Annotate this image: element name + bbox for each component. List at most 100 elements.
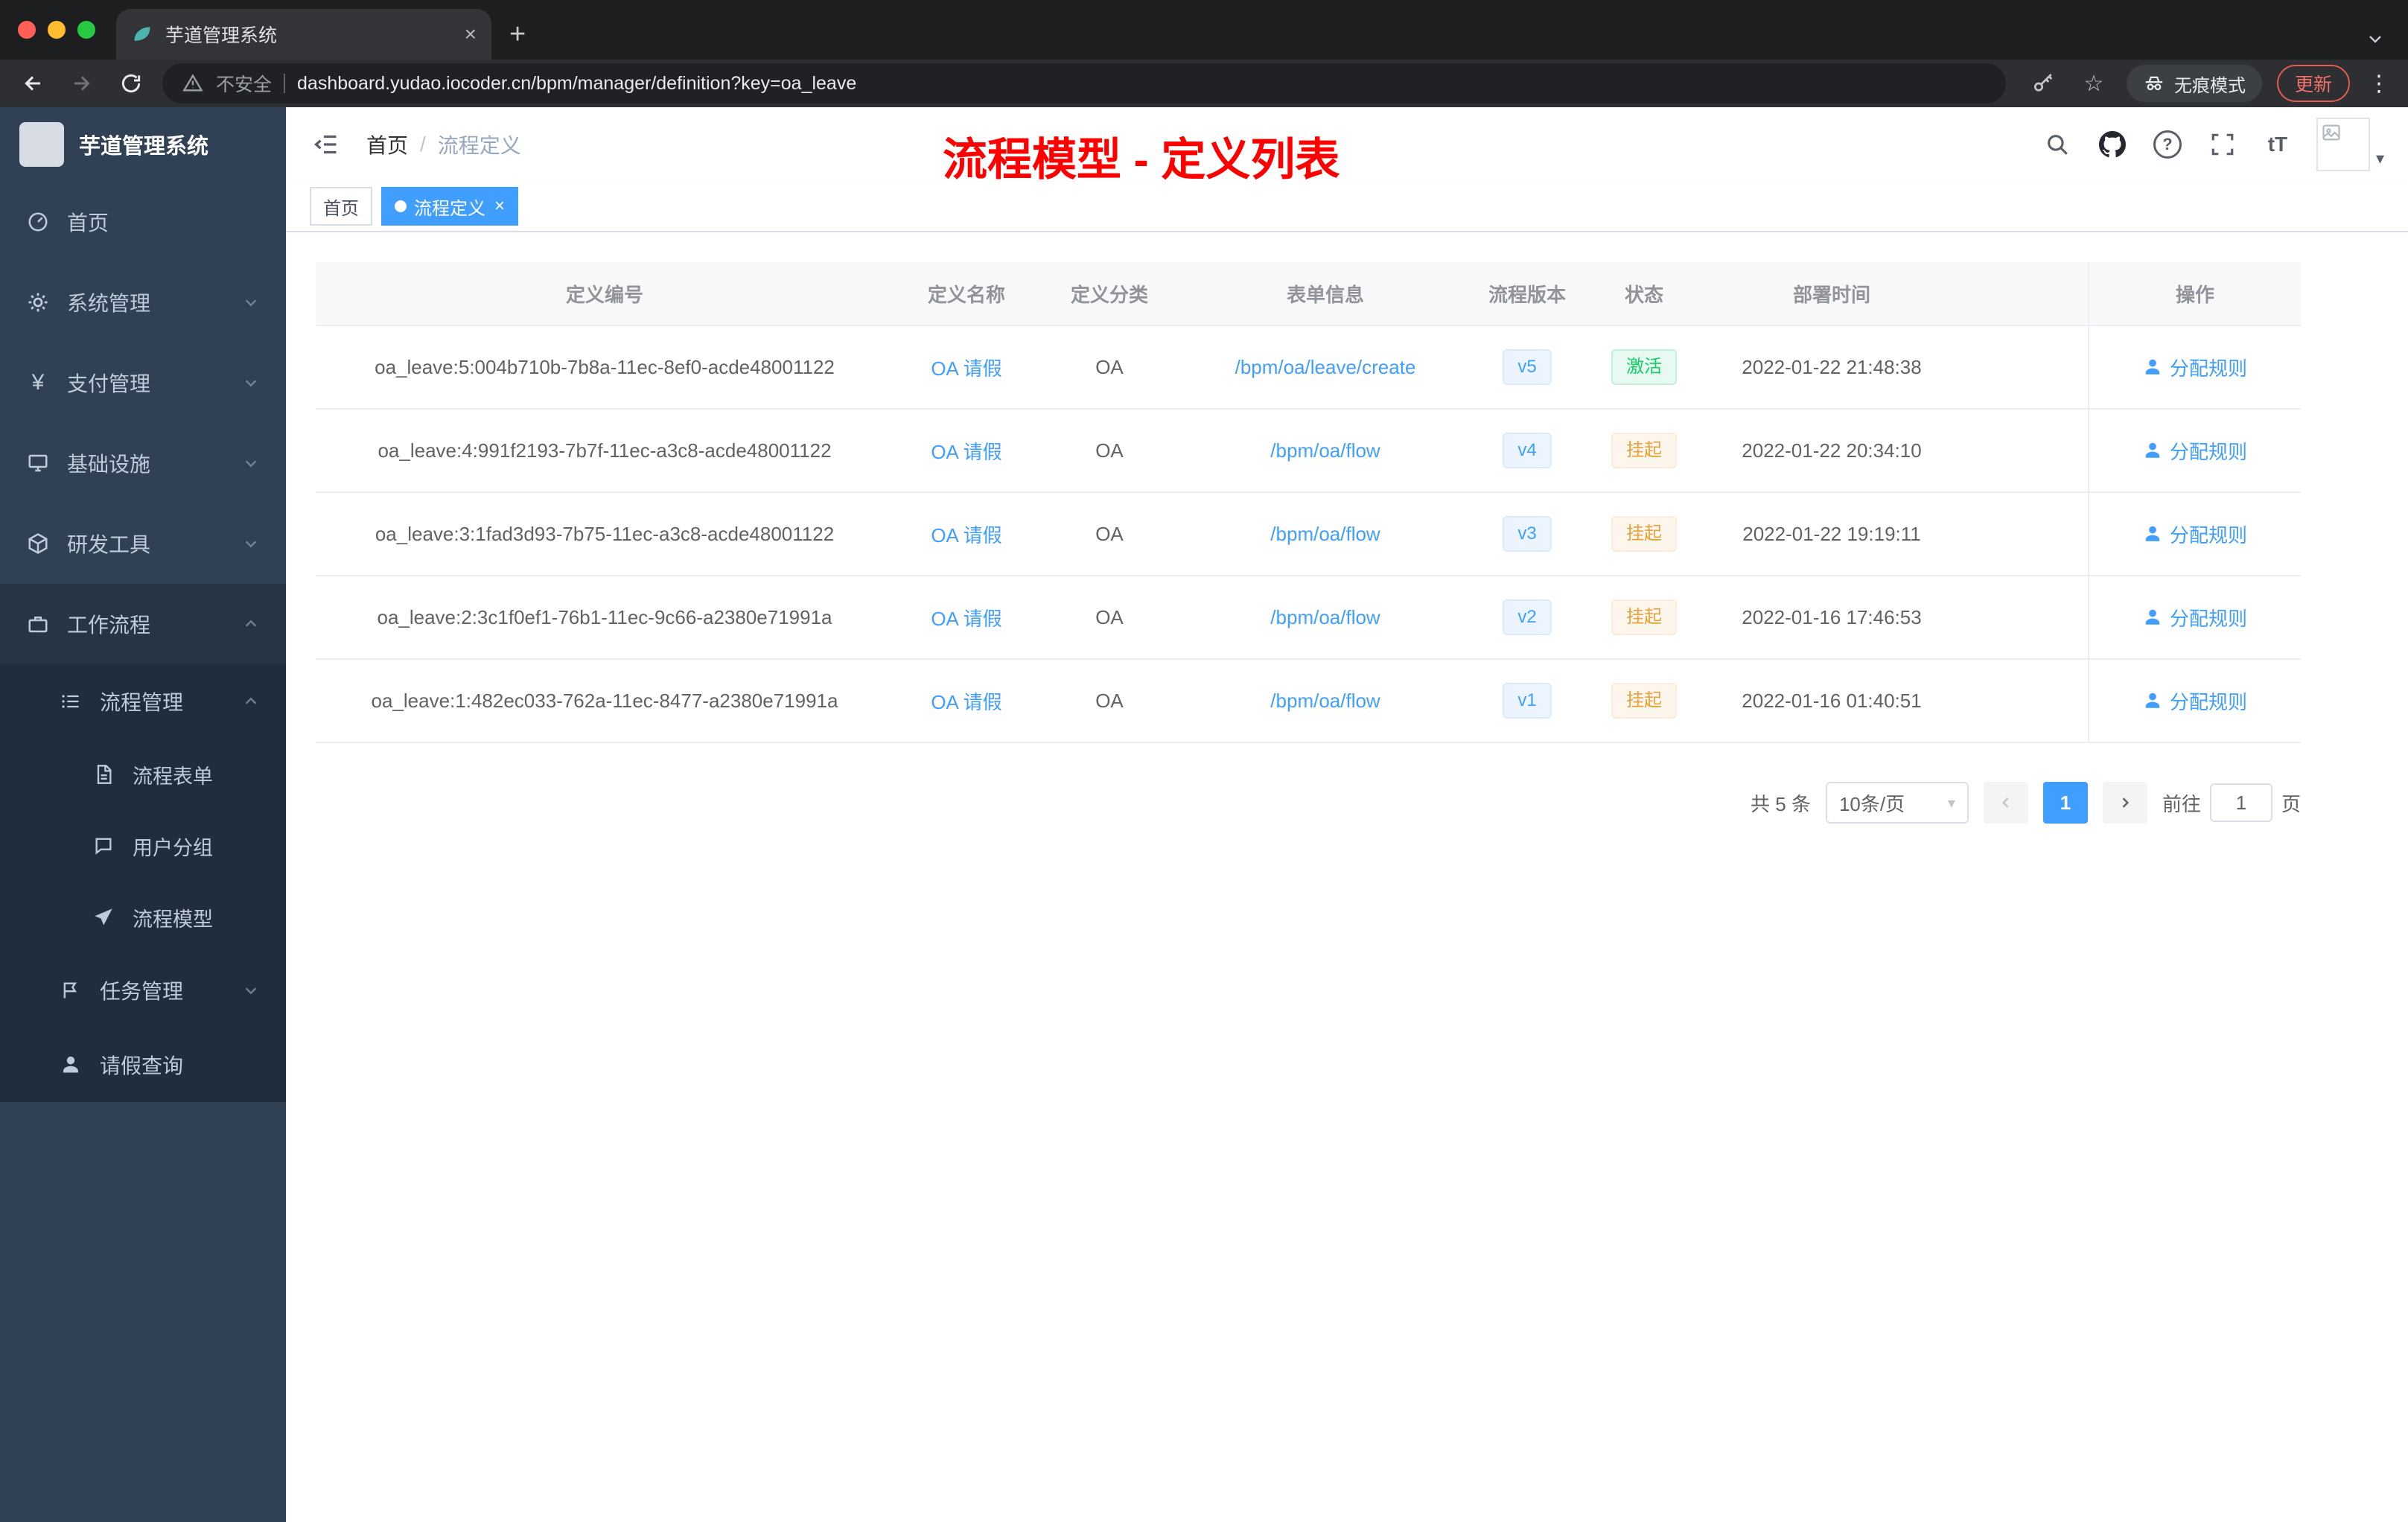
security-label: 不安全	[216, 74, 273, 95]
sidebar-item-devtools[interactable]: 研发工具	[0, 503, 286, 584]
version-badge: v1	[1503, 683, 1552, 719]
definition-category: OA	[1095, 522, 1124, 545]
address-bar[interactable]: 不安全 dashboard.yudao.iocoder.cn/bpm/manag…	[162, 63, 2006, 104]
next-page-button[interactable]	[2102, 782, 2147, 824]
assign-rule-button[interactable]: 分配规则	[2143, 354, 2247, 381]
macos-close-button[interactable]	[18, 21, 36, 39]
goto-page-input[interactable]	[2209, 783, 2272, 822]
caret-down-icon: ▾	[2375, 149, 2384, 168]
breadcrumb-home[interactable]: 首页	[366, 130, 408, 159]
search-icon[interactable]	[2041, 128, 2074, 161]
sidebar-item-workflow[interactable]: 工作流程	[0, 584, 286, 664]
status-badge: 挂起	[1611, 599, 1677, 635]
definition-name-link[interactable]: OA 请假	[931, 520, 1001, 548]
sidebar-item-leave-query[interactable]: 请假查询	[0, 1028, 286, 1102]
assign-rule-button[interactable]: 分配规则	[2143, 687, 2247, 715]
definition-id: oa_leave:2:3c1f0ef1-76b1-11ec-9c66-a2380…	[377, 605, 832, 628]
column-header-status: 状态	[1624, 283, 1663, 306]
forward-button-icon[interactable]	[64, 66, 100, 101]
logo-title: 芋道管理系统	[79, 135, 209, 159]
form-link[interactable]: /bpm/oa/flow	[1270, 690, 1380, 713]
assign-rule-button[interactable]: 分配规则	[2143, 604, 2247, 631]
table-row: oa_leave:1:482ec033-762a-11ec-8477-a2380…	[316, 660, 2301, 743]
toolbar-right: ☆ 无痕模式 更新 ⋮	[2019, 65, 2393, 102]
definition-name-link[interactable]: OA 请假	[931, 354, 1001, 381]
tag-active-dot	[395, 200, 407, 212]
form-link[interactable]: /bpm/oa/flow	[1270, 523, 1380, 546]
prev-page-button[interactable]	[1983, 782, 2028, 824]
definition-name-link[interactable]: OA 请假	[931, 687, 1001, 715]
reload-button-icon[interactable]	[113, 66, 149, 101]
definition-category: OA	[1095, 605, 1124, 628]
chevron-down-icon	[243, 982, 259, 999]
browser-tab[interactable]: 芋道管理系统 ×	[116, 9, 491, 60]
github-icon[interactable]	[2096, 128, 2129, 161]
assign-rule-button[interactable]: 分配规则	[2143, 437, 2247, 465]
table-row: oa_leave:3:1fad3d93-7b75-11ec-a3c8-acde4…	[316, 493, 2301, 576]
update-button[interactable]: 更新	[2276, 65, 2350, 102]
macos-window-controls	[0, 0, 116, 60]
sidebar-item-home[interactable]: 首页	[0, 182, 286, 262]
page-number-button[interactable]: 1	[2042, 782, 2088, 824]
sidebar-logo[interactable]: 芋道管理系统	[0, 107, 286, 182]
browser-toolbar: 不安全 dashboard.yudao.iocoder.cn/bpm/manag…	[0, 60, 2408, 107]
table-row: oa_leave:4:991f2193-7b7f-11ec-a3c8-acde4…	[316, 410, 2301, 493]
annotation-title: 流程模型 - 定义列表	[943, 135, 1340, 185]
version-badge: v4	[1503, 433, 1552, 468]
fullscreen-icon[interactable]	[2206, 128, 2239, 161]
definition-id: oa_leave:4:991f2193-7b7f-11ec-a3c8-acde4…	[378, 439, 832, 462]
form-link[interactable]: /bpm/oa/leave/create	[1235, 356, 1416, 379]
column-header-id: 定义编号	[565, 283, 643, 306]
user-avatar[interactable]: ▾	[2316, 118, 2384, 171]
column-header-category: 定义分类	[1070, 283, 1148, 306]
page-size-select[interactable]: 10条/页 ▾	[1825, 782, 1969, 824]
goto-page: 前往 页	[2162, 783, 2301, 822]
image-placeholder-icon	[2322, 124, 2340, 141]
chat-icon	[92, 835, 115, 856]
definition-name-link[interactable]: OA 请假	[931, 437, 1001, 465]
sidebar-item-payment[interactable]: ¥ 支付管理	[0, 343, 286, 423]
sidebar-collapse-icon[interactable]	[310, 128, 343, 161]
deploy-time: 2022-01-22 20:34:10	[1742, 439, 1922, 462]
status-badge: 挂起	[1611, 683, 1677, 719]
goto-label: 前往	[2162, 792, 2201, 815]
user-icon	[2145, 442, 2160, 458]
new-tab-button[interactable]: +	[491, 9, 544, 60]
browser-menu-kebab-icon[interactable]: ⋮	[2365, 71, 2393, 97]
sidebar-item-system[interactable]: 系统管理	[0, 262, 286, 343]
tag-close-icon[interactable]: ×	[494, 196, 505, 217]
chevron-down-icon	[243, 375, 259, 391]
dashboard-icon	[27, 211, 49, 233]
sidebar-item-task-management[interactable]: 任务管理	[0, 953, 286, 1028]
warning-icon	[182, 73, 204, 94]
incognito-label: 无痕模式	[2173, 75, 2246, 96]
sidebar-item-infrastructure[interactable]: 基础设施	[0, 423, 286, 503]
font-size-icon[interactable]: tT	[2261, 128, 2294, 161]
tag-home[interactable]: 首页	[310, 187, 372, 226]
assign-rule-button[interactable]: 分配规则	[2143, 520, 2247, 548]
bookmark-star-icon[interactable]: ☆	[2076, 66, 2112, 101]
macos-zoom-button[interactable]	[77, 21, 95, 39]
version-badge: v2	[1503, 599, 1552, 635]
definition-category: OA	[1095, 689, 1124, 712]
definition-name-link[interactable]: OA 请假	[931, 604, 1001, 631]
sidebar-item-process-form[interactable]: 流程表单	[0, 739, 286, 810]
sidebar-item-user-group[interactable]: 用户分组	[0, 810, 286, 882]
form-link[interactable]: /bpm/oa/flow	[1270, 439, 1380, 462]
pagination: 共 5 条 10条/页 ▾ 1 前往 页	[316, 782, 2301, 824]
column-header-form: 表单信息	[1286, 283, 1364, 306]
sidebar-item-process-management[interactable]: 流程管理	[0, 664, 286, 739]
tab-search-icon[interactable]	[2366, 30, 2408, 60]
url-text: dashboard.yudao.iocoder.cn/bpm/manager/d…	[297, 72, 857, 94]
sidebar-item-process-model[interactable]: 流程模型	[0, 882, 286, 953]
deploy-time: 2022-01-16 17:46:53	[1742, 605, 1922, 628]
tab-close-icon[interactable]: ×	[465, 22, 477, 46]
form-link[interactable]: /bpm/oa/flow	[1270, 606, 1380, 629]
password-key-icon[interactable]	[2025, 66, 2061, 101]
column-header-version: 流程版本	[1488, 283, 1566, 306]
tag-process-definition[interactable]: 流程定义 ×	[381, 187, 519, 226]
back-button-icon[interactable]	[15, 66, 51, 101]
definition-id: oa_leave:1:482ec033-762a-11ec-8477-a2380…	[371, 689, 838, 712]
macos-minimize-button[interactable]	[48, 21, 66, 39]
help-icon[interactable]: ?	[2151, 128, 2184, 161]
